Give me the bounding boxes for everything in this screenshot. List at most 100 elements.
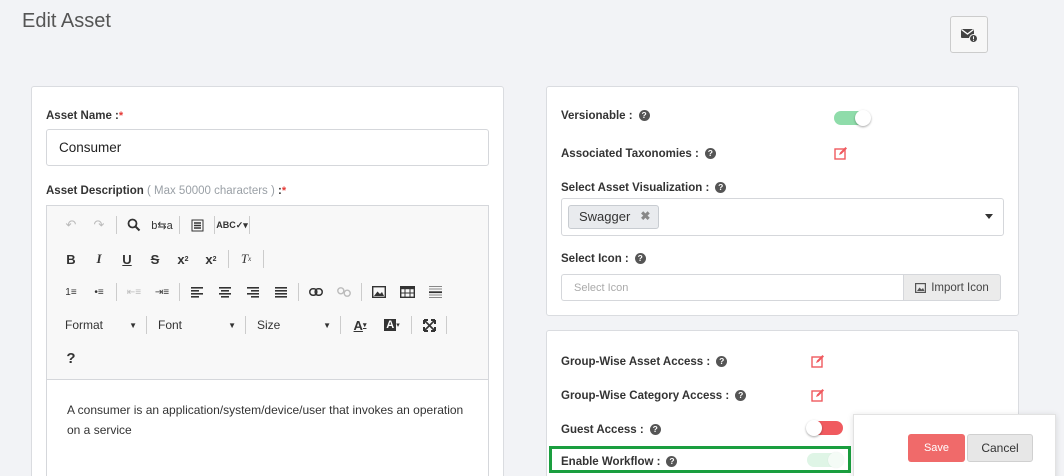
help-icon[interactable]: ?	[704, 148, 716, 160]
table-grid-icon	[399, 286, 415, 298]
numbered-list-icon[interactable]: 1≡	[57, 282, 85, 302]
help-icon[interactable]: ?	[715, 182, 727, 194]
help-icon[interactable]: ?	[735, 390, 747, 402]
group-category-access-label: Group-Wise Category Access :?	[561, 390, 747, 402]
toolbar-divider	[214, 216, 215, 234]
table-icon[interactable]	[393, 282, 421, 302]
redo-icon[interactable]: ↷	[85, 215, 113, 235]
font-dropdown[interactable]: Font ▼	[150, 315, 242, 335]
format-dropdown[interactable]: Format ▼	[57, 315, 143, 335]
text-color-icon[interactable]: A ▾	[344, 315, 376, 335]
toolbar-divider	[179, 283, 180, 301]
asset-name-label: Asset Name :*	[46, 110, 124, 122]
toolbar-divider	[179, 216, 180, 234]
expand-arrows-icon	[422, 318, 436, 332]
select-icon-input[interactable]: Select Icon	[561, 274, 904, 301]
align-right-glyph-icon	[247, 286, 259, 298]
magnifier-icon	[127, 218, 141, 232]
toolbar-divider	[411, 316, 412, 334]
remove-chip-icon[interactable]: ✖	[640, 209, 650, 228]
replace-icon[interactable]: b⇆a	[148, 215, 176, 235]
selected-visualization-chip: Swagger ✖	[568, 205, 660, 229]
broken-link-icon	[337, 287, 351, 297]
associated-taxonomies-label: Associated Taxonomies :?	[561, 148, 716, 160]
bulleted-list-icon[interactable]: •≡	[85, 282, 113, 302]
strikethrough-icon[interactable]: S	[141, 249, 169, 269]
help-icon[interactable]: ?	[638, 110, 650, 122]
toolbar-divider	[116, 283, 117, 301]
asset-visualization-label: Select Asset Visualization :?	[561, 182, 727, 194]
background-color-icon[interactable]: A ▾	[376, 315, 408, 335]
edit-taxonomies-icon[interactable]	[834, 146, 848, 160]
help-icon[interactable]: ?	[57, 348, 85, 368]
image-icon[interactable]	[365, 282, 393, 302]
toolbar-divider	[116, 216, 117, 234]
toolbar-divider	[446, 316, 447, 334]
action-bar: Save Cancel	[853, 414, 1056, 476]
caret-down-icon: ▼	[129, 320, 137, 330]
align-center-glyph-icon	[219, 286, 231, 298]
align-left-icon[interactable]	[183, 282, 211, 302]
asset-visualization-select[interactable]: Swagger ✖	[561, 198, 1004, 236]
asset-name-input[interactable]: Consumer	[46, 129, 489, 166]
asset-description-label: Asset Description ( Max 50000 characters…	[46, 185, 287, 197]
italic-icon[interactable]: I	[85, 249, 113, 269]
toolbar-divider	[228, 250, 229, 268]
align-center-icon[interactable]	[211, 282, 239, 302]
toolbar-divider	[298, 283, 299, 301]
chain-link-icon	[309, 288, 323, 296]
remove-format-icon[interactable]: Tx	[232, 249, 260, 269]
justify-icon[interactable]	[267, 282, 295, 302]
underline-icon[interactable]: U	[113, 249, 141, 269]
cancel-button[interactable]: Cancel	[967, 434, 1033, 462]
link-icon[interactable]	[302, 282, 330, 302]
toolbar-divider	[340, 316, 341, 334]
horizontal-line-icon[interactable]	[421, 282, 449, 302]
image-icon	[915, 282, 927, 293]
spellcheck-icon[interactable]: ABC✓▾	[216, 215, 248, 235]
indent-icon[interactable]: ⇥≡	[148, 282, 176, 302]
justify-glyph-icon	[275, 286, 287, 298]
undo-icon[interactable]: ↶	[57, 215, 85, 235]
bold-icon[interactable]: B	[57, 249, 85, 269]
help-icon[interactable]: ?	[716, 356, 728, 368]
envelope-info-icon	[961, 28, 978, 43]
notification-button[interactable]	[950, 16, 988, 53]
toolbar-divider	[146, 316, 147, 334]
unlink-icon[interactable]	[330, 282, 358, 302]
editor-toolbar: ↶ ↷ b⇆a ABC✓▾ B I U S x2 x 2 T x 1≡ •≡ ⇤…	[47, 206, 488, 380]
editor-content[interactable]: A consumer is an application/system/devi…	[67, 400, 467, 440]
select-all-icon[interactable]	[183, 215, 211, 235]
toolbar-divider	[245, 316, 246, 334]
guest-access-toggle[interactable]	[806, 420, 843, 436]
help-icon[interactable]: ?	[634, 253, 646, 265]
import-icon-button[interactable]: Import Icon	[903, 274, 1001, 301]
select-all-glyph-icon	[191, 219, 203, 231]
picture-icon	[372, 286, 386, 298]
toolbar-divider	[361, 283, 362, 301]
group-asset-access-label: Group-Wise Asset Access :?	[561, 356, 728, 368]
maximize-icon[interactable]	[415, 315, 443, 335]
align-left-glyph-icon	[191, 286, 203, 298]
outdent-icon[interactable]: ⇤≡	[120, 282, 148, 302]
asset-settings-card: Versionable :? Associated Taxonomies :? …	[546, 86, 1019, 316]
save-button[interactable]: Save	[908, 434, 965, 462]
help-icon[interactable]: ?	[649, 424, 661, 436]
hr-glyph-icon	[428, 286, 442, 298]
caret-down-icon	[985, 214, 993, 219]
page-title: Edit Asset	[22, 10, 111, 32]
edit-group-asset-access-icon[interactable]	[811, 354, 825, 368]
asset-details-card: Asset Name :* Consumer Asset Description…	[31, 86, 504, 476]
versionable-toggle[interactable]	[834, 110, 871, 126]
guest-access-label: Guest Access :?	[561, 424, 661, 436]
caret-down-icon: ▼	[228, 320, 236, 330]
subscript-icon[interactable]: x2	[169, 249, 197, 269]
superscript-icon[interactable]: x2	[197, 249, 225, 269]
edit-group-category-access-icon[interactable]	[811, 388, 825, 402]
toolbar-divider	[263, 250, 264, 268]
rich-text-editor: ↶ ↷ b⇆a ABC✓▾ B I U S x2 x 2 T x 1≡ •≡ ⇤…	[46, 205, 489, 476]
align-right-icon[interactable]	[239, 282, 267, 302]
size-dropdown[interactable]: Size ▼	[249, 315, 337, 335]
find-icon[interactable]	[120, 215, 148, 235]
enable-workflow-highlight	[549, 446, 851, 473]
